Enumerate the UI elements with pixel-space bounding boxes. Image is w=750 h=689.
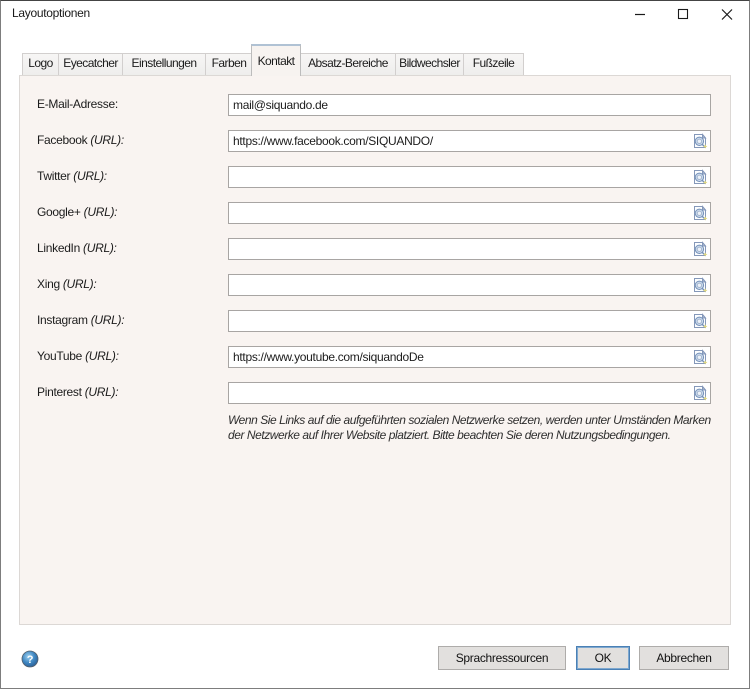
svg-text:?: ? (27, 654, 34, 666)
